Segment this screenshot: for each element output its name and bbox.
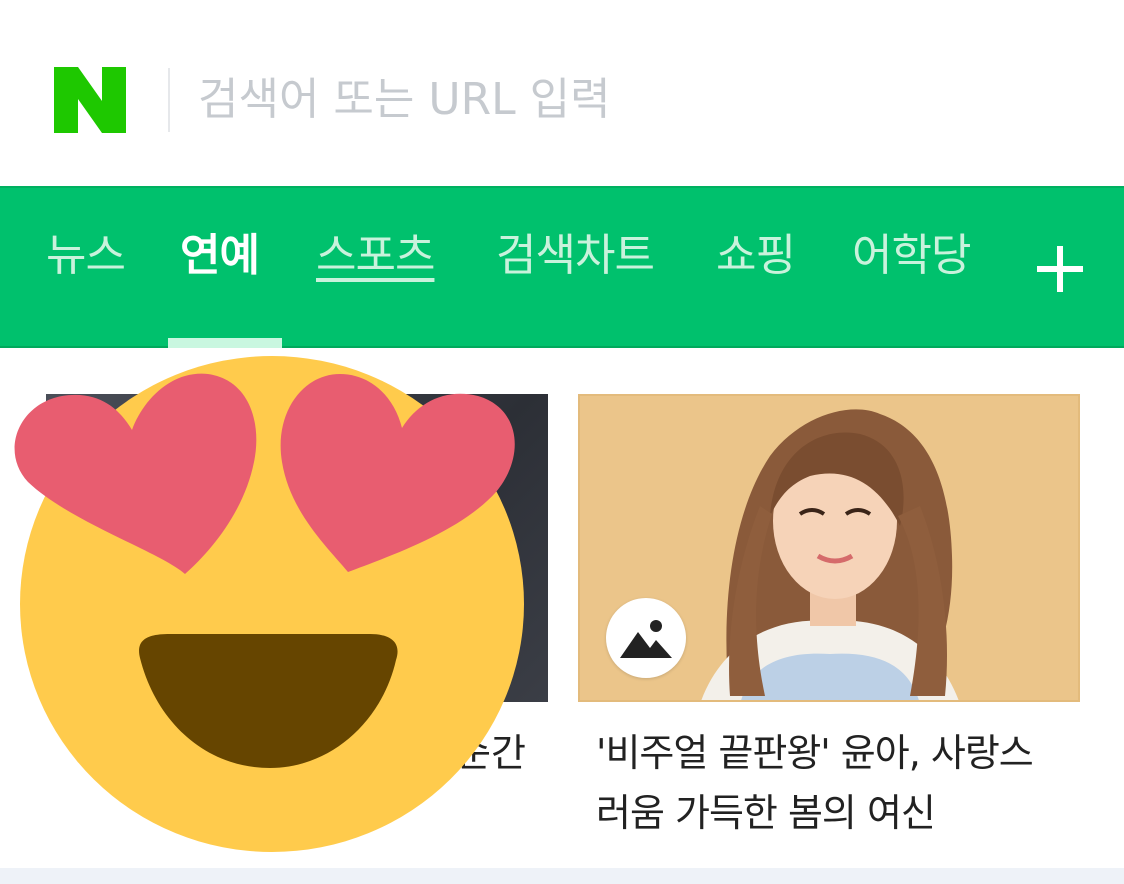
search-header bbox=[0, 0, 1124, 186]
section-divider bbox=[0, 868, 1124, 884]
photo-gallery-icon bbox=[606, 598, 686, 678]
news-title-right-line1[interactable]: '비주얼 끝판왕' 윤아, 사랑스 bbox=[596, 722, 1034, 777]
tab-sports[interactable]: 스포츠 bbox=[316, 226, 435, 286]
category-nav-bar: 뉴스 연예 스포츠 검색차트 쇼핑 어학당 bbox=[0, 186, 1124, 348]
search-input[interactable] bbox=[198, 62, 1058, 136]
active-tab-indicator bbox=[168, 338, 282, 348]
plus-icon[interactable] bbox=[1037, 246, 1083, 292]
tab-search-chart[interactable]: 검색차트 bbox=[496, 226, 655, 286]
tab-language[interactable]: 어학당 bbox=[852, 226, 971, 286]
search-divider bbox=[168, 68, 170, 132]
news-title-right-line2[interactable]: 러움 가득한 봄의 여신 bbox=[596, 782, 936, 837]
naver-logo-icon[interactable] bbox=[54, 67, 126, 133]
tab-entertainment[interactable]: 연예 bbox=[180, 226, 260, 286]
tab-shopping[interactable]: 쇼핑 bbox=[716, 226, 796, 286]
tab-news[interactable]: 뉴스 bbox=[46, 226, 126, 286]
heart-eyes-emoji-icon bbox=[14, 356, 524, 852]
